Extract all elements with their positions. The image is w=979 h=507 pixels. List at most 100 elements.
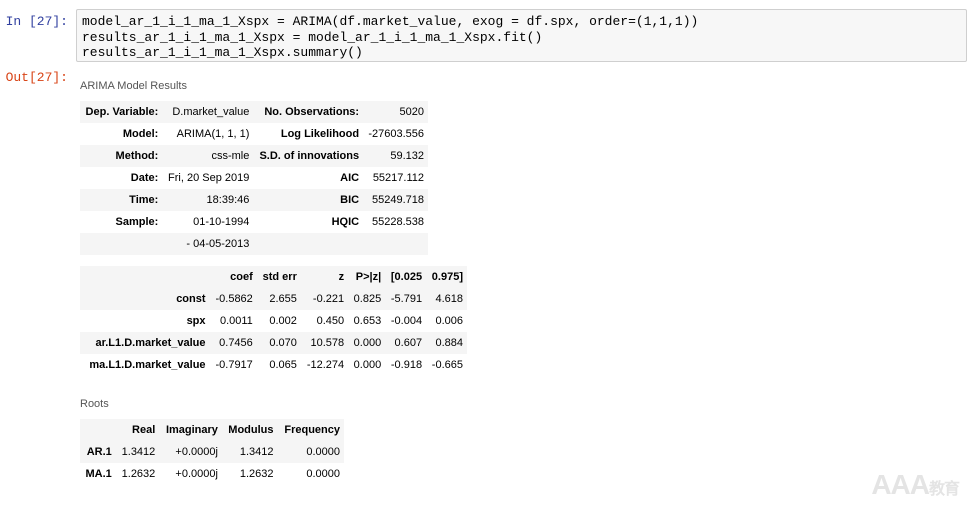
column-header: Frequency [277,419,344,441]
table-cell: -5.791 [385,288,427,310]
info-label: Method: [80,145,163,167]
info-label: AIC [253,167,364,189]
table-cell: +0.0000j [159,441,222,463]
info-label: Model: [80,123,163,145]
row-label: const [80,288,210,310]
info-label: Dep. Variable: [80,101,163,123]
table-row: - 04-05-2013 [80,233,428,255]
table-cell: 0.0011 [209,310,257,332]
table-cell: 0.0000 [277,463,344,485]
table-cell: 1.2632 [221,463,278,485]
column-header: z [300,266,349,288]
column-header: P>|z| [348,266,386,288]
info-value: 55217.112 [363,167,428,189]
info-label: No. Observations: [253,101,364,123]
table-row: Time: 18:39:46 BIC 55249.718 [80,189,428,211]
info-label: Log Likelihood [253,123,364,145]
table-cell: -0.5862 [209,288,257,310]
table-cell: 0.006 [426,310,467,332]
info-label: Sample: [80,211,163,233]
table-cell: 0.653 [348,310,386,332]
roots-table: Real Imaginary Modulus Frequency AR.1 1.3412… [80,419,344,485]
info-label: HQIC [253,211,364,233]
column-header [80,419,116,441]
table-row: const -0.5862 2.655 -0.221 0.825 -5.791 4.618 [80,288,467,310]
table-cell: 1.2632 [115,463,160,485]
watermark-cjk: 教育 [928,481,960,498]
row-label: MA.1 [80,463,116,485]
table-cell: 2.655 [256,288,301,310]
table-row: ma.L1.D.market_value -0.7917 0.065 -12.274 0… [80,354,467,376]
watermark-latin: AAA [871,469,930,500]
table-cell: 1.3412 [115,441,160,463]
info-value: 01-10-1994 [162,211,254,233]
column-header: Modulus [221,419,278,441]
info-value: ARIMA(1, 1, 1) [162,123,254,145]
table-cell: 0.065 [256,354,301,376]
row-label: spx [80,310,210,332]
coefficients-table: coef std err z P>|z| [0.025 0.975] const -0.58… [80,266,467,376]
table-cell: -0.221 [300,288,349,310]
model-info-table: Dep. Variable: D.market_value No. Observat… [80,101,428,255]
table-cell: 0.825 [348,288,386,310]
column-header: 0.975] [426,266,467,288]
table-cell: 0.450 [300,310,349,332]
table-row: Sample: 01-10-1994 HQIC 55228.538 [80,211,428,233]
info-label: BIC [253,189,364,211]
info-label: S.D. of innovations [253,145,364,167]
table-row: MA.1 1.2632 +0.0000j 1.2632 0.0000 [80,463,344,485]
code-input-cell[interactable]: model_ar_1_i_1_ma_1_Xspx = ARIMA(df.mark… [76,9,967,62]
table-cell: 1.3412 [221,441,278,463]
watermark-logo: AAA教育 [871,469,960,501]
row-label: ma.L1.D.market_value [80,354,210,376]
roots-caption: Roots [80,398,109,410]
info-value: -27603.556 [363,123,428,145]
table-cell: -0.004 [385,310,427,332]
column-header [80,266,210,288]
row-label: AR.1 [80,441,116,463]
table-row: Dep. Variable: D.market_value No. Observat… [80,101,428,123]
table-cell: 0.002 [256,310,301,332]
column-header: coef [209,266,257,288]
info-value: css-mle [162,145,254,167]
table-row: Date: Fri, 20 Sep 2019 AIC 55217.112 [80,167,428,189]
table-cell: +0.0000j [159,463,222,485]
info-value: 59.132 [363,145,428,167]
row-label: ar.L1.D.market_value [80,332,210,354]
table-row: ar.L1.D.market_value 0.7456 0.070 10.578 0.0… [80,332,467,354]
code-line: results_ar_1_i_1_ma_1_Xspx.summary() [82,45,363,60]
table-cell: -0.665 [426,354,467,376]
table-row: AR.1 1.3412 +0.0000j 1.3412 0.0000 [80,441,344,463]
table-cell: 4.618 [426,288,467,310]
input-prompt: In [27]: [5,14,68,29]
column-header: std err [256,266,301,288]
code-line: model_ar_1_i_1_ma_1_Xspx = ARIMA(df.mark… [82,14,699,29]
output-prompt: Out[27]: [5,70,68,85]
info-value: 55228.538 [363,211,428,233]
table-row: Method: css-mle S.D. of innovations 59.132 [80,145,428,167]
info-label: Time: [80,189,163,211]
table-cell: 0.000 [348,332,386,354]
info-label [80,233,163,255]
table-cell: -0.7917 [209,354,257,376]
table-cell: -12.274 [300,354,349,376]
info-value: 18:39:46 [162,189,254,211]
model-results-caption: ARIMA Model Results [80,80,187,92]
column-header: Real [115,419,160,441]
column-header: [0.025 [385,266,427,288]
table-cell: 0.000 [348,354,386,376]
table-cell: 10.578 [300,332,349,354]
info-value: - 04-05-2013 [162,233,254,255]
code-line: results_ar_1_i_1_ma_1_Xspx = model_ar_1_… [82,29,543,45]
info-value: 55249.718 [363,189,428,211]
table-cell: 0.884 [426,332,467,354]
table-cell: 0.7456 [209,332,257,354]
info-label [253,233,364,255]
column-header: Imaginary [159,419,222,441]
table-cell: 0.070 [256,332,301,354]
info-value: Fri, 20 Sep 2019 [162,167,254,189]
info-label: Date: [80,167,163,189]
info-value: D.market_value [162,101,254,123]
table-cell: 0.607 [385,332,427,354]
table-cell: -0.918 [385,354,427,376]
